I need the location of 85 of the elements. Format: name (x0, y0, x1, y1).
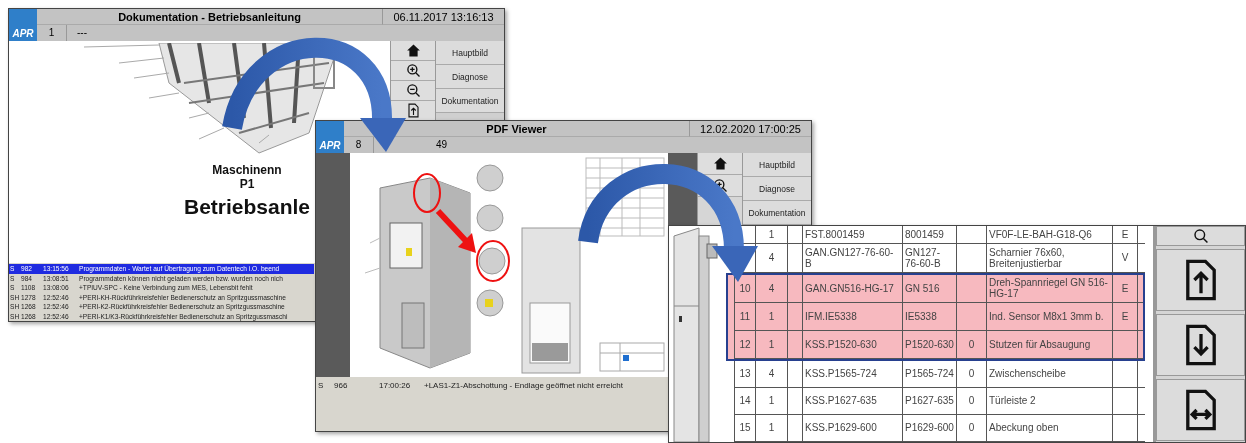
title-block-drawing (599, 342, 665, 372)
table-cell: Zwischenscheibe (986, 360, 1112, 387)
nav-button[interactable]: Diagnose (743, 177, 811, 201)
table-cell: VF0F-LE-BAH-G18-Q6 (986, 226, 1112, 243)
table-cell: 13 (734, 360, 755, 387)
document-title: P1 (239, 177, 255, 191)
table-cell: Dreh-Spannriegel GN 516-HG-17 (986, 274, 1112, 302)
table-cell: FST.8001459 (802, 226, 902, 243)
table-cell: P1565-724 (902, 360, 956, 387)
table-cell: 1 (755, 302, 787, 330)
table-cell: Scharnier 76x60, Breitenjustierbar (986, 243, 1112, 272)
table-cell: 1 (755, 226, 787, 243)
page-up-icon (405, 103, 421, 118)
page-count: --- (77, 26, 87, 40)
document-title: Maschinenn (212, 163, 282, 177)
page-up-button[interactable] (391, 101, 435, 121)
zoom-button[interactable] (1156, 226, 1245, 246)
table-cell: GN127-76-60-B (902, 243, 956, 272)
table-cell: P1629-600 (902, 414, 956, 441)
home-button[interactable] (391, 41, 435, 61)
alarm-class: S (317, 380, 325, 390)
window-title: Dokumentation - Betriebsanleitung (37, 9, 382, 25)
table-cell: 15 (734, 414, 755, 441)
date-time: 12.02.2020 17:00:25 (689, 121, 811, 137)
alarm-time: 17:00:26 (379, 380, 412, 390)
alarm-number: 966 (334, 380, 349, 390)
table-cell: 1 (755, 414, 787, 441)
date-time: 06.11.2017 13:16:13 (382, 9, 504, 25)
table-cell: 12 (734, 330, 755, 358)
home-button[interactable] (698, 153, 742, 175)
document-title: Betriebsanle (183, 195, 311, 219)
table-cell: 0 (956, 360, 986, 387)
zoom-in-button[interactable] (391, 61, 435, 81)
table-cell: Abeckung oben (986, 414, 1112, 441)
table-cell: 1 (755, 330, 787, 358)
annotation-circle (412, 173, 441, 213)
nav-button[interactable]: Hauptbild (436, 41, 504, 65)
table-cell: Stutzen für Absaugung (986, 330, 1112, 358)
table-cell: Türleiste 2 (986, 387, 1112, 414)
page-up-button[interactable] (1156, 249, 1245, 311)
table-cell: 11 (734, 302, 755, 330)
table-cell: KSS.P1565-724 (802, 360, 902, 387)
table-cell: V (1112, 243, 1138, 272)
annotation-circle (475, 240, 510, 282)
table-cell: KSS.P1520-630 (802, 330, 902, 358)
alarm-message: +LAS1-Z1-Abschottung - Endlage geöffnet nicht erreicht (424, 380, 623, 390)
table-cell: E (1112, 274, 1138, 302)
logo: APR (9, 9, 37, 41)
table-cell: KSS.P1627-635 (802, 387, 902, 414)
zoom-in-icon (405, 63, 421, 78)
alarm-row[interactable]: S 966 17:00:26 +LAS1-Z1-Abschottung - Endlage geöffnet nicht erreicht (316, 378, 666, 392)
nav-button[interactable]: Diagnose (436, 65, 504, 89)
table-cell: 4 (755, 360, 787, 387)
annotation-arrow (435, 208, 476, 253)
home-icon (712, 156, 728, 171)
nav-button[interactable]: Hauptbild (743, 153, 811, 177)
table-cell: 4 (755, 274, 787, 302)
table-cell: 14 (734, 387, 755, 414)
search-icon (1192, 228, 1209, 244)
table-cell: IFM.IE5338 (802, 302, 902, 330)
table-cell: GAN.GN127-76-60-B (802, 243, 902, 272)
table-cell: E (1112, 302, 1138, 330)
page-count: 49 (436, 138, 448, 152)
table-cell: E (1112, 226, 1138, 243)
table-cell: 1 (755, 387, 787, 414)
table-cell: 0 (956, 330, 986, 358)
home-icon (405, 43, 421, 58)
nav-button[interactable]: Dokumentation (436, 89, 504, 113)
table-cell: 8001459 (902, 226, 956, 243)
table-cell: 0 (956, 414, 986, 441)
table-cell: P1627-635 (902, 387, 956, 414)
table-cell: Ind. Sensor M8x1 3mm b. (986, 302, 1112, 330)
zoom-out-icon (405, 83, 421, 98)
fit-width-button[interactable] (1156, 379, 1245, 441)
table-cell: IE5338 (902, 302, 956, 330)
table-cell: KSS.P1629-600 (802, 414, 902, 441)
zoom-out-button[interactable] (391, 81, 435, 101)
table-cell: GAN.GN516-HG-17 (802, 274, 902, 302)
page-down-button[interactable] (1156, 314, 1245, 376)
table-cell: P1520-630 (902, 330, 956, 358)
table-cell: 0 (956, 387, 986, 414)
zoom-in-icon (712, 178, 728, 193)
logo: APR (316, 121, 344, 153)
table-cell: GN 516 (902, 274, 956, 302)
nav-button[interactable]: Dokumentation (743, 201, 811, 225)
